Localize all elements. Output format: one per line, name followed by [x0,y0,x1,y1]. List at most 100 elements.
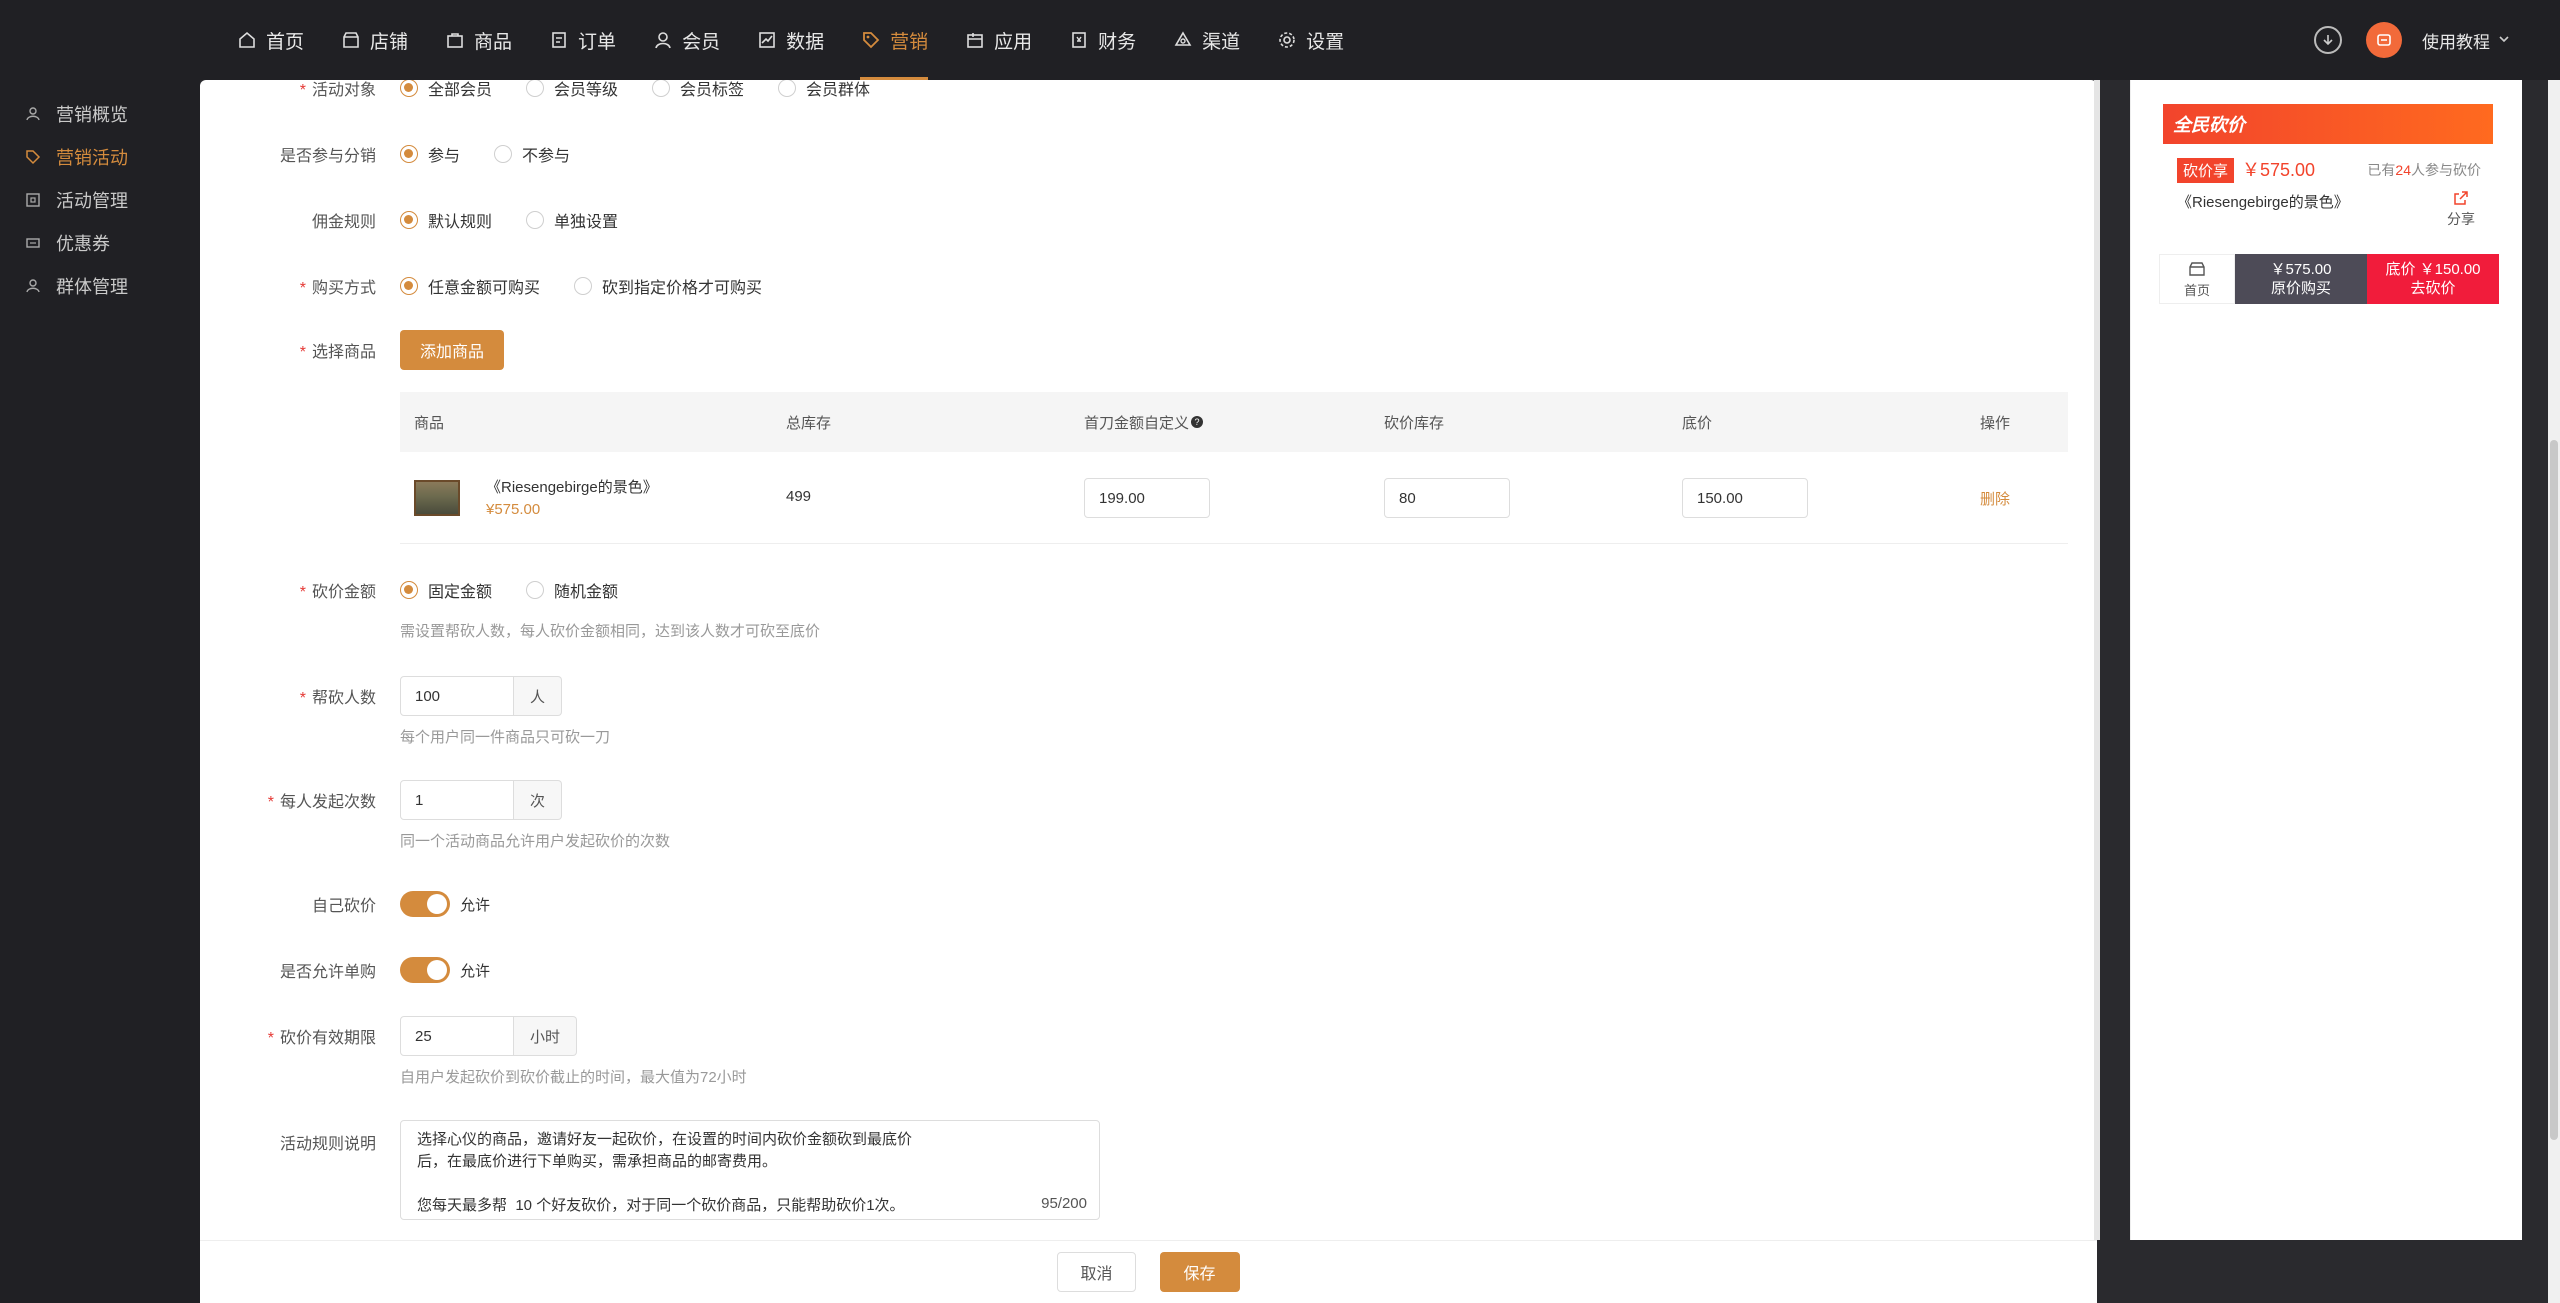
nav-item-orders[interactable]: 订单 [548,0,616,80]
radio-distribution-no[interactable]: 不参与 [494,142,570,166]
download-icon[interactable] [2314,26,2342,54]
nav-item-finance[interactable]: 财务 [1068,0,1136,80]
radio-commission-custom[interactable]: 单独设置 [526,208,618,232]
avatar[interactable] [2366,22,2402,58]
nav-label: 店铺 [370,31,409,53]
nav-item-marketing[interactable]: 营销 [860,0,929,80]
product-price: ¥575.00 [486,501,541,518]
radio-commission-default[interactable]: 默认规则 [400,208,492,232]
app-icon [964,29,986,51]
radio-buy-any[interactable]: 任意金额可购买 [400,274,540,298]
radio-target-all[interactable]: 全部会员 [400,80,492,100]
radio-target-tag[interactable]: 会员标签 [652,80,744,100]
delete-link[interactable]: 删除 [1980,488,2010,509]
top-navigation-bar: 首页 店铺 商品 订单 会员 数据 营销 应用 财务 渠道 设置 使用教程 [0,0,2560,80]
product-name[interactable]: 《Riesengebirge的景色》 [486,476,658,497]
sidebar-item-activity-management[interactable]: 活动管理 [0,178,200,221]
sidebar-item-group-management[interactable]: 群体管理 [0,264,200,307]
finance-icon [1068,29,1090,51]
validity-hours-input[interactable] [400,1016,514,1056]
nav-item-apps[interactable]: 应用 [964,0,1032,80]
promo-card: 全民砍价 砍价享 ￥575.00 已有24人参与砍价 《Riesengebirge… [2163,104,2493,234]
rules-textarea[interactable]: 选择心仪的商品，邀请好友一起砍价，在设置的时间内砍价金额砍到最底价 后，在最底价… [400,1120,1100,1220]
nav-label: 财务 [1098,31,1137,53]
page-scrollbar[interactable] [2548,80,2560,1303]
nav-item-settings[interactable]: 设置 [1276,0,1344,80]
radio-distribution-yes[interactable]: 参与 [400,142,460,166]
self-cut-toggle[interactable] [400,891,450,917]
main-nav: 首页 店铺 商品 订单 会员 数据 营销 应用 财务 渠道 设置 [236,0,1380,80]
bag-icon [444,29,466,51]
share-button[interactable]: 分享 [2447,190,2475,229]
sidebar-item-label: 活动管理 [56,190,128,211]
radio-buy-target-price[interactable]: 砍到指定价格才可购买 [574,274,762,298]
helpers-hint: 每个用户同一件商品只可砍一刀 [400,729,611,746]
add-product-button[interactable]: 添加商品 [400,330,505,370]
first-cut-amount-input[interactable] [1084,478,1210,518]
cancel-button[interactable]: 取消 [1057,1252,1136,1292]
validity-hint: 自用户发起砍价到砍价截止的时间，最大值为72小时 [400,1069,747,1086]
sidebar-item-label: 营销概览 [56,104,128,125]
form-row-cut-amount: * 砍价金额 固定金额 随机金额 [200,570,2080,610]
form-row-buy-mode: * 购买方式 任意金额可购买 砍到指定价格才可购买 [200,266,2080,306]
field-label: 选择商品 [311,344,376,361]
launch-times-input[interactable] [400,780,514,820]
field-label: 砍价金额 [311,584,376,601]
user-icon [652,29,674,51]
nav-item-home[interactable]: 首页 [236,0,304,80]
nav-label: 会员 [682,31,721,53]
toggle-state-label: 允许 [460,896,491,914]
go-cut-button[interactable]: 底价 ￥150.00 去砍价 [2367,254,2499,304]
field-label: 购买方式 [311,280,376,297]
form-row-self-cut: 自己砍价 允许 [200,884,2080,924]
radio-cut-fixed[interactable]: 固定金额 [400,578,492,602]
field-label: 活动对象 [311,82,376,99]
original-price-buy-button[interactable]: ￥575.00 原价购买 [2235,254,2367,304]
form-row-distribution: 是否参与分销 参与 不参与 [200,134,2080,174]
user-group-icon [24,277,42,295]
form-row-launch-times: *每人发起次数 次 [200,780,2080,820]
nav-item-members[interactable]: 会员 [652,0,720,80]
chevron-down-icon[interactable] [2498,30,2510,50]
unit-label: 次 [514,780,563,820]
sidebar-item-label: 群体管理 [56,276,128,297]
scrollbar-thumb[interactable] [2550,440,2558,1140]
unit-label: 小时 [514,1016,578,1056]
nav-item-data[interactable]: 数据 [756,0,824,80]
form-scrollbar[interactable] [2094,80,2100,1240]
form-row-target: * 活动对象 全部会员 会员等级 会员标签 会员群体 [200,80,2080,104]
nav-item-channels[interactable]: 渠道 [1172,0,1240,80]
nav-label: 渠道 [1202,31,1241,53]
channel-icon [1172,29,1194,51]
promo-product-title: 《Riesengebirge的景色》 [2177,194,2349,211]
radio-cut-random[interactable]: 随机金额 [526,578,618,602]
helpers-count-input[interactable] [400,676,514,716]
radio-target-level[interactable]: 会员等级 [526,80,618,100]
share-icon [2453,191,2469,209]
form-row-product: * 选择商品 添加商品 [200,326,2080,374]
save-button[interactable]: 保存 [1159,1252,1240,1292]
sidebar-item-marketing-activities[interactable]: 营销活动 [0,135,200,178]
nav-label: 设置 [1306,31,1345,53]
nav-label: 数据 [786,31,825,53]
single-buy-toggle[interactable] [400,957,450,983]
product-table: 商品 总库存 首刀金额自定义 ? 砍价库存 底价 操作 《Riesengebir… [400,392,2068,544]
help-icon[interactable]: ? [1191,416,1204,428]
sidebar-item-coupons[interactable]: 优惠券 [0,221,200,264]
column-header: 砍价库存 [1384,414,1445,432]
chart-icon [756,29,778,51]
column-header: 首刀金额自定义 [1084,414,1190,432]
nav-item-products[interactable]: 商品 [444,0,512,80]
floor-price-input[interactable] [1682,478,1808,518]
help-tutorial-link[interactable]: 使用教程 [2422,28,2490,53]
nav-item-store[interactable]: 店铺 [340,0,408,80]
preview-action-bar: 首页 ￥575.00 原价购买 底价 ￥150.00 去砍价 [2159,254,2499,304]
table-row: 《Riesengebirge的景色》 ¥575.00 499 删除 [400,452,2068,544]
preview-home-button[interactable]: 首页 [2159,254,2235,304]
sidebar-item-overview[interactable]: 营销概览 [0,92,200,135]
cut-tag: 砍价享 [2177,158,2235,183]
sidebar-item-label: 优惠券 [56,233,110,254]
radio-target-group[interactable]: 会员群体 [778,80,870,100]
cut-stock-input[interactable] [1384,478,1510,518]
participants-count: 24 [2395,162,2411,178]
